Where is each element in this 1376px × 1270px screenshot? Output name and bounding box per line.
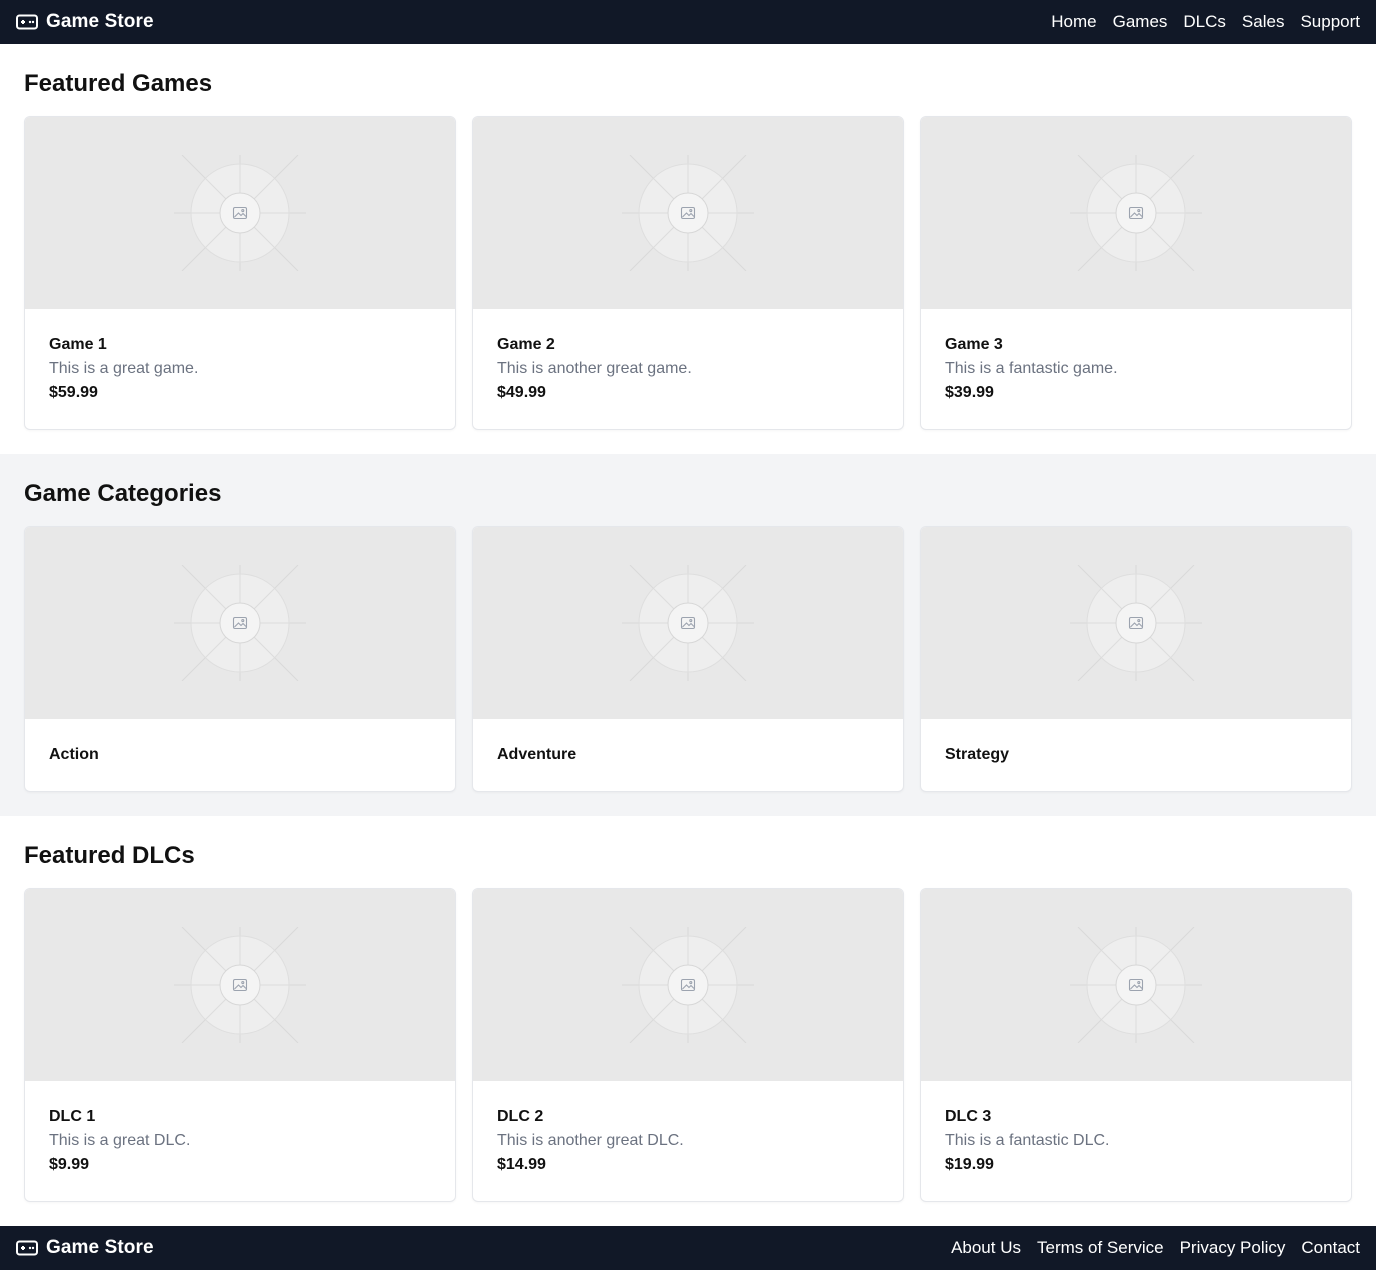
image-placeholder-icon <box>622 155 754 271</box>
image-placeholder-icon <box>174 927 306 1043</box>
image-placeholder <box>25 527 455 719</box>
footer-link-about-us[interactable]: About Us <box>951 1238 1021 1258</box>
card-title: Game 1 <box>49 336 107 353</box>
footer-link-terms[interactable]: Terms of Service <box>1037 1238 1164 1258</box>
card-body: Strategy <box>921 719 1351 791</box>
game-categories-section: Game Categories Action Adventure Strateg… <box>0 454 1376 816</box>
image-placeholder-icon <box>1070 927 1202 1043</box>
card-description: This is another great DLC. <box>497 1132 684 1149</box>
featured-games-grid: Game 1 This is a great game. $59.99 Game… <box>24 116 1352 430</box>
card-title: DLC 2 <box>497 1108 544 1125</box>
card-title: Game 3 <box>945 336 1003 353</box>
footer-link-privacy[interactable]: Privacy Policy <box>1180 1238 1286 1258</box>
image-placeholder-icon <box>622 565 754 681</box>
card-title: DLC 3 <box>945 1108 992 1125</box>
dlc-card[interactable]: DLC 3 This is a fantastic DLC. $19.99 <box>920 888 1352 1202</box>
card-description: This is a fantastic game. <box>945 360 1118 377</box>
dlc-card[interactable]: DLC 2 This is another great DLC. $14.99 <box>472 888 904 1202</box>
image-placeholder-icon <box>174 565 306 681</box>
brand-link[interactable]: Game Store <box>16 11 154 33</box>
game-card[interactable]: Game 3 This is a fantastic game. $39.99 <box>920 116 1352 430</box>
image-placeholder <box>25 889 455 1081</box>
nav-support[interactable]: Support <box>1300 12 1360 32</box>
card-price: $19.99 <box>945 1156 994 1173</box>
category-card[interactable]: Adventure <box>472 526 904 792</box>
nav-sales[interactable]: Sales <box>1242 12 1285 32</box>
card-title: DLC 1 <box>49 1108 96 1125</box>
game-card[interactable]: Game 1 This is a great game. $59.99 <box>24 116 456 430</box>
image-placeholder <box>25 117 455 309</box>
category-name: Strategy <box>945 746 1010 763</box>
main-nav: Home Games DLCs Sales Support <box>1051 12 1360 32</box>
category-card[interactable]: Strategy <box>920 526 1352 792</box>
footer-brand-link[interactable]: Game Store <box>16 1237 154 1259</box>
card-body: DLC 2 This is another great DLC. $14.99 <box>473 1081 903 1201</box>
card-body: Adventure <box>473 719 903 791</box>
image-placeholder-icon <box>1070 155 1202 271</box>
dlc-card[interactable]: DLC 1 This is a great DLC. $9.99 <box>24 888 456 1202</box>
image-placeholder <box>473 527 903 719</box>
card-body: DLC 3 This is a fantastic DLC. $19.99 <box>921 1081 1351 1201</box>
card-body: Game 1 This is a great game. $59.99 <box>25 309 455 429</box>
section-title-featured-games: Featured Games <box>24 70 213 97</box>
card-body: DLC 1 This is a great DLC. $9.99 <box>25 1081 455 1201</box>
game-card[interactable]: Game 2 This is another great game. $49.9… <box>472 116 904 430</box>
section-title-game-categories: Game Categories <box>24 480 222 507</box>
image-placeholder-icon <box>622 927 754 1043</box>
card-description: This is a great game. <box>49 360 199 377</box>
nav-dlcs[interactable]: DLCs <box>1183 12 1226 32</box>
card-body: Action <box>25 719 455 791</box>
brand-title: Game Store <box>46 11 154 32</box>
card-price: $59.99 <box>49 384 98 401</box>
image-placeholder <box>921 117 1351 309</box>
featured-dlcs-section: Featured DLCs DLC 1 This is a great DLC.… <box>0 816 1376 1226</box>
card-body: Game 3 This is a fantastic game. $39.99 <box>921 309 1351 429</box>
image-placeholder-icon <box>1070 565 1202 681</box>
gamepad-icon <box>16 1240 38 1256</box>
card-title: Game 2 <box>497 336 555 353</box>
image-placeholder <box>921 889 1351 1081</box>
image-placeholder <box>473 889 903 1081</box>
image-placeholder-icon <box>174 155 306 271</box>
card-price: $9.99 <box>49 1156 90 1173</box>
category-name: Action <box>49 746 99 763</box>
featured-games-section: Featured Games Game 1 This is a great ga… <box>0 44 1376 454</box>
site-footer: Game Store About Us Terms of Service Pri… <box>0 1226 1376 1270</box>
section-title-featured-dlcs: Featured DLCs <box>24 842 195 869</box>
card-price: $49.99 <box>497 384 546 401</box>
featured-dlcs-grid: DLC 1 This is a great DLC. $9.99 DLC 2 T… <box>24 888 1352 1202</box>
card-body: Game 2 This is another great game. $49.9… <box>473 309 903 429</box>
card-price: $39.99 <box>945 384 994 401</box>
site-header: Game Store Home Games DLCs Sales Support <box>0 0 1376 44</box>
image-placeholder <box>921 527 1351 719</box>
gamepad-icon <box>16 14 38 30</box>
nav-home[interactable]: Home <box>1051 12 1096 32</box>
image-placeholder <box>473 117 903 309</box>
card-description: This is another great game. <box>497 360 692 377</box>
category-name: Adventure <box>497 746 577 763</box>
card-price: $14.99 <box>497 1156 546 1173</box>
footer-link-contact[interactable]: Contact <box>1301 1238 1360 1258</box>
nav-games[interactable]: Games <box>1113 12 1168 32</box>
categories-grid: Action Adventure Strategy <box>24 526 1352 792</box>
category-card[interactable]: Action <box>24 526 456 792</box>
card-description: This is a fantastic DLC. <box>945 1132 1110 1149</box>
card-description: This is a great DLC. <box>49 1132 191 1149</box>
footer-nav: About Us Terms of Service Privacy Policy… <box>951 1238 1360 1258</box>
footer-brand-title: Game Store <box>46 1237 154 1258</box>
